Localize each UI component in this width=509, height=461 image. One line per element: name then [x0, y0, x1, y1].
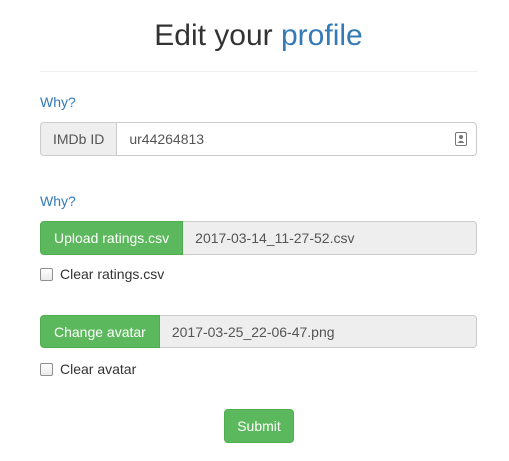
clear-avatar-label[interactable]: Clear avatar — [60, 361, 136, 377]
clear-avatar-checkbox[interactable] — [40, 362, 53, 376]
clear-avatar-row: Clear avatar — [40, 361, 136, 377]
header-divider — [40, 71, 477, 72]
upload-ratings-button[interactable]: Upload ratings.csv — [40, 221, 184, 255]
contact-card-icon[interactable] — [455, 132, 467, 146]
clear-ratings-label[interactable]: Clear ratings.csv — [60, 266, 164, 282]
clear-ratings-checkbox[interactable] — [40, 267, 53, 281]
imdb-input-group: IMDb ID — [40, 122, 477, 156]
page-title: Edit your profile — [0, 16, 509, 56]
change-avatar-button[interactable]: Change avatar — [40, 315, 160, 348]
ratings-file-name: 2017-03-14_11-27-52.csv — [183, 221, 477, 255]
imdb-why-link[interactable]: Why? — [40, 94, 76, 110]
avatar-upload-group: Change avatar 2017-03-25_22-06-47.png — [40, 315, 477, 348]
avatar-file-name: 2017-03-25_22-06-47.png — [159, 315, 477, 348]
submit-button[interactable]: Submit — [224, 409, 294, 443]
clear-ratings-row: Clear ratings.csv — [40, 266, 164, 282]
ratings-upload-group: Upload ratings.csv 2017-03-14_11-27-52.c… — [40, 221, 477, 255]
imdb-id-input[interactable] — [116, 122, 477, 156]
ratings-why-link[interactable]: Why? — [40, 193, 76, 209]
page-title-prefix: Edit your — [154, 19, 273, 52]
imdb-addon-label: IMDb ID — [40, 122, 117, 156]
page-title-accent: profile — [281, 19, 363, 52]
